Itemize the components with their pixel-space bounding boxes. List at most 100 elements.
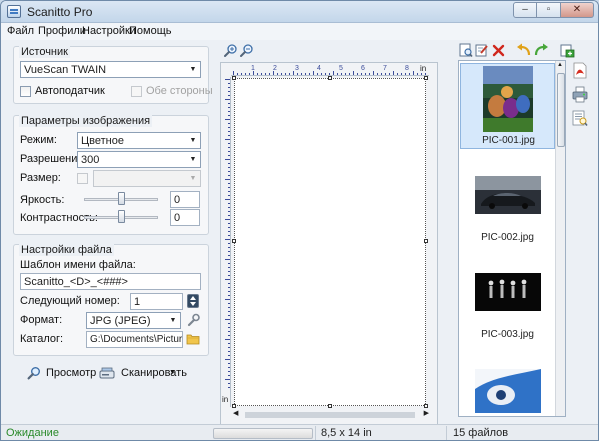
ruler-tick: [249, 73, 250, 75]
view-image-icon[interactable]: [459, 43, 473, 58]
scan-page-area[interactable]: [232, 76, 428, 408]
adf-checkbox[interactable]: [20, 86, 31, 97]
folder-icon[interactable]: [186, 333, 200, 345]
wrench-icon[interactable]: [186, 313, 200, 327]
menu-help[interactable]: Помощь: [129, 25, 172, 37]
next-number-input[interactable]: 1: [130, 293, 183, 310]
ruler-tick: [421, 73, 422, 75]
resize-handle[interactable]: [424, 239, 428, 243]
maximize-button[interactable]: ▫: [537, 2, 561, 18]
thumbnail-item[interactable]: PIC-003.jpg: [460, 256, 555, 342]
brightness-slider-thumb[interactable]: [118, 192, 125, 205]
title-bar: Scanitto Pro – ▫ ✕: [1, 1, 598, 23]
scroll-up-icon[interactable]: ▲: [557, 62, 563, 68]
ruler-tick: [329, 73, 330, 75]
brightness-slider[interactable]: [84, 192, 158, 206]
brightness-input[interactable]: 0: [170, 191, 200, 208]
menu-file[interactable]: Файл: [7, 25, 34, 37]
scan-button[interactable]: Сканировать ▼: [99, 363, 187, 383]
duplex-checkbox[interactable]: [131, 86, 142, 97]
ruler-tick: [228, 323, 230, 324]
menu-profiles[interactable]: Профили: [38, 25, 86, 37]
folder-input[interactable]: G:\Documents\Pictures: [86, 331, 183, 348]
ruler-tick: [281, 73, 282, 75]
thumbnail-scrollbar[interactable]: ▲: [555, 61, 565, 416]
scrollbar-thumb[interactable]: [245, 412, 415, 418]
file-settings-group: Настройки файла Шаблон имени файла: Scan…: [13, 244, 209, 356]
resize-handle[interactable]: [424, 404, 428, 408]
ruler-tick: [273, 71, 274, 75]
ruler-tick: [225, 139, 230, 140]
device-select[interactable]: VueScan TWAIN ▼: [20, 61, 201, 78]
ruler-tick: [389, 73, 390, 75]
menu-settings[interactable]: Настройки: [82, 25, 136, 37]
resize-handle[interactable]: [232, 239, 236, 243]
ruler-mark: 5: [339, 65, 343, 72]
zoom-out-icon[interactable]: [239, 43, 254, 58]
ruler-mark: 3: [295, 65, 299, 72]
contrast-slider-thumb[interactable]: [118, 210, 125, 223]
status-state: Ожидание: [6, 427, 59, 439]
ruler-tick: [228, 223, 230, 224]
adf-label: Автоподатчик: [35, 85, 105, 97]
close-button[interactable]: ✕: [561, 2, 594, 18]
ruler-tick: [228, 247, 230, 248]
pdf-icon[interactable]: [572, 62, 588, 79]
ruler-tick: [305, 73, 306, 75]
thumbnail-item[interactable]: PIC-002.jpg: [460, 159, 555, 245]
resolution-select-value: 300: [81, 154, 100, 166]
scroll-left-icon[interactable]: ◀: [233, 409, 238, 417]
thumbnail-item[interactable]: PIC-001.jpg: [460, 63, 555, 149]
ruler-tick: [225, 239, 230, 240]
ruler-tick: [228, 83, 230, 84]
template-label: Шаблон имени файла:: [20, 259, 136, 271]
scroll-right-icon[interactable]: ▶: [424, 409, 429, 417]
rotate-right-icon[interactable]: [534, 43, 549, 57]
resize-handle[interactable]: [232, 76, 236, 80]
ruler-tick: [269, 73, 270, 75]
ruler-tick: [241, 73, 242, 75]
ruler-tick: [261, 73, 262, 75]
menu-bar: Файл Профили Настройки Помощь: [1, 23, 598, 40]
ruler-unit: in: [420, 64, 427, 73]
contrast-slider[interactable]: [84, 210, 158, 224]
size-select[interactable]: ▼: [93, 170, 201, 187]
ruler-tick: [228, 163, 230, 164]
minimize-button[interactable]: –: [513, 2, 537, 18]
scrollbar-thumb[interactable]: [557, 73, 565, 147]
thumbnail-list[interactable]: PIC-001.jpg PIC-002.jpg PIC-003.jpg ▲: [458, 60, 566, 417]
ruler-tick: [228, 387, 230, 388]
preview-area[interactable]: 1 2 3 4 5 6 7 8 in in ◀ ▶: [220, 62, 438, 430]
preview-horizontal-scrollbar[interactable]: ◀ ▶: [233, 409, 429, 422]
zoom-in-icon[interactable]: [223, 43, 238, 58]
edit-image-icon[interactable]: [475, 43, 489, 58]
contrast-input[interactable]: 0: [170, 209, 200, 226]
resize-handle[interactable]: [328, 76, 332, 80]
size-checkbox[interactable]: [77, 173, 88, 184]
mode-select[interactable]: Цветное ▼: [77, 132, 201, 149]
resize-handle[interactable]: [424, 76, 428, 80]
reset-number-icon[interactable]: [187, 294, 199, 308]
format-select-value: JPG (JPEG): [90, 315, 151, 327]
ruler-tick: [409, 73, 410, 75]
resize-handle[interactable]: [232, 404, 236, 408]
ruler-tick: [228, 307, 230, 308]
printer-icon[interactable]: [572, 86, 588, 103]
ruler-tick: [225, 159, 230, 160]
resolution-select[interactable]: 300 ▼: [77, 151, 201, 168]
ruler-tick: [393, 71, 394, 75]
ruler-tick: [369, 73, 370, 75]
resize-handle[interactable]: [328, 404, 332, 408]
ocr-icon[interactable]: [572, 110, 588, 127]
size-label: Размер:: [20, 172, 61, 184]
rotate-left-icon[interactable]: [516, 43, 531, 57]
chevron-down-icon[interactable]: ▼: [169, 363, 176, 383]
format-label: Формат:: [20, 314, 63, 326]
template-input[interactable]: Scanitto_<D>_<###>: [20, 273, 201, 290]
save-to-folder-icon[interactable]: [560, 43, 575, 58]
ruler-tick: [228, 215, 230, 216]
ruler-tick: [397, 73, 398, 75]
delete-icon[interactable]: [492, 44, 505, 57]
thumbnail-item[interactable]: [460, 352, 555, 416]
format-select[interactable]: JPG (JPEG) ▼: [86, 312, 181, 329]
